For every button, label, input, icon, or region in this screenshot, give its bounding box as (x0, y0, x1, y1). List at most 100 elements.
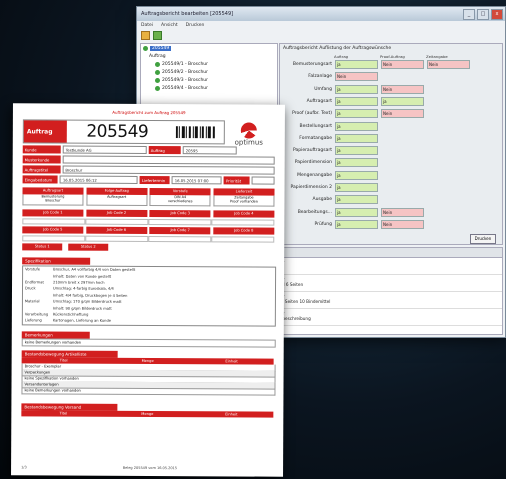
form-field[interactable]: ja (335, 96, 378, 106)
menu-file[interactable]: Datei (141, 23, 153, 28)
category-sub: Bemusterung Broschur (22, 194, 84, 206)
status-dot-icon (155, 77, 160, 83)
form-row-label: Bearbeitungs... (297, 209, 332, 215)
form-row-label: Papierdimension (294, 160, 332, 166)
job-code-button[interactable]: Job Code 8 (213, 227, 275, 235)
tree-item-label: 205549/4 - Broschur (162, 85, 209, 91)
col-label: Proof-Auftrag (380, 54, 405, 59)
form-field[interactable]: ja (335, 219, 378, 229)
window-title: Auftragsbericht bearbeiten [205549] (141, 11, 234, 17)
form-field[interactable]: ja (335, 60, 378, 69)
spec-panel: Vorstufe Broschur, A4 vollfarbig 4/4 von … (21, 265, 277, 327)
tree-item-sub[interactable]: 205549/2 - Broschur (141, 68, 277, 76)
form-field[interactable]: ja (335, 121, 378, 131)
form-row-label: Bestellungsart (299, 123, 332, 129)
maximize-button[interactable]: □ (477, 8, 489, 20)
info-line: Eingabedatum 16.05.2015 06:12 Liefertermin… (22, 175, 275, 185)
tree-item-sub[interactable]: 205549/1 - Broschur (141, 60, 277, 68)
form-field[interactable]: ja (335, 183, 378, 192)
toolbar (137, 30, 505, 40)
info-label: Eingabedatum (22, 175, 58, 184)
form-row: Proof (aufbr. Text) ja Nein (282, 109, 427, 119)
info-line: Musterkunde (22, 155, 275, 165)
tree-item-label: 205549/3 - Broschur (162, 77, 209, 83)
form-field[interactable]: Nein (381, 84, 424, 94)
job-code-button[interactable]: Job Code 6 (85, 226, 147, 234)
status-dot-icon (155, 69, 160, 75)
form-row-label: Falzanlage (308, 74, 332, 80)
info-value: 16.05.2015 06:12 (59, 175, 138, 184)
status-button[interactable]: Status 2 (68, 243, 109, 251)
form-row-label: Papierauftragsart (292, 148, 332, 154)
form-field[interactable]: Nein (381, 207, 424, 217)
job-code-button[interactable]: Job Code 5 (22, 226, 84, 234)
form-field[interactable]: Nein (381, 219, 424, 229)
tree-item-order[interactable]: Auftrag (141, 52, 277, 60)
form-row: Papierauftragsart ja (282, 146, 381, 156)
info-label: Priorität (223, 176, 251, 185)
job-code-value-row (22, 235, 275, 243)
form-row-label: Ausgabe (312, 197, 332, 203)
menu-print[interactable]: Drucken (186, 23, 205, 28)
job-code-row: Job Code 1 Job Code 2 Job Code 3 Job Code 4 (22, 209, 275, 218)
form-field[interactable]: ja (335, 133, 378, 143)
job-code-button[interactable]: Job Code 4 (213, 210, 275, 218)
form-field[interactable]: Nein (381, 60, 424, 69)
print-button[interactable]: Drucken (470, 234, 496, 244)
category-sub: Auftragsart (86, 194, 148, 206)
order-label: Auftrag (23, 120, 67, 143)
job-code-button[interactable]: Job Code 1 (22, 209, 84, 217)
info-line: Kunde Testkunde AG Auftrag 20595 (22, 145, 275, 155)
status-button[interactable]: Status 1 (22, 243, 63, 251)
form-field[interactable]: Nein (335, 72, 378, 82)
form-field[interactable]: ja (381, 96, 424, 106)
col-label: Zeitangabe (426, 54, 448, 59)
status-row: Status 1 Status 2 (22, 243, 109, 251)
menu-view[interactable]: Ansicht (161, 23, 178, 28)
category-column: Auftragsart Bemusterung Broschur (22, 187, 84, 206)
job-code-value (85, 235, 149, 243)
form-field[interactable]: Nein (381, 109, 424, 119)
form-field[interactable]: ja (335, 84, 378, 94)
job-code-value-row (22, 218, 275, 226)
spec-value: Broschur, A4 vollfarbig 4/4 von Daten ge… (53, 267, 136, 273)
remarks-text: keine Bemerkungen vorhanden (21, 337, 276, 348)
spec-key: Druck (24, 286, 36, 291)
job-code-value (211, 219, 275, 226)
spec-value: Rückenstichheftung (52, 312, 89, 317)
form-field[interactable]: Nein (427, 60, 470, 69)
spec-heading: Spezifikation (22, 257, 91, 265)
refresh-icon[interactable] (153, 30, 162, 40)
form-row-label: Formatangabe (299, 135, 332, 141)
job-code-button[interactable]: Job Code 2 (86, 209, 148, 217)
form-row: Bemusterungsart ja Nein Nein (282, 60, 473, 69)
form-field[interactable]: ja (335, 146, 378, 156)
form-field[interactable]: ja (335, 170, 378, 180)
table-col-header: Titel (59, 411, 68, 416)
minimize-button[interactable]: _ (463, 8, 475, 20)
form-field[interactable]: ja (335, 207, 378, 217)
form-field[interactable]: ja (335, 109, 378, 119)
category-columns: Auftragsart Bemusterung Broschur Folge-Auf… (22, 187, 275, 207)
tree-item-label: 205549 (150, 45, 172, 51)
open-folder-icon[interactable] (141, 30, 150, 40)
spec-value: Umschlag: 170 g/qm Bilderdruck matt (52, 299, 122, 305)
form-field[interactable]: ja (335, 158, 378, 168)
printed-report-sheet: Auftragsbericht zum Auftrag 205549 Auftr… (11, 103, 285, 477)
form-row: Auftragsart ja ja (282, 96, 427, 106)
job-code-button[interactable]: Job Code 3 (149, 210, 211, 218)
form-row: Umfang ja Nein (282, 84, 427, 94)
tree-item-sub[interactable]: 205549/3 - Broschur (141, 76, 277, 84)
logo-swirl-icon (240, 122, 257, 139)
job-code-value (211, 236, 275, 243)
form-field[interactable]: ja (335, 195, 378, 205)
tree-item-root[interactable]: 205549 (141, 44, 277, 52)
report-footer: 1/3 Beleg 205549 vom 16.05.2015 (21, 465, 273, 470)
tree-item-sub[interactable]: 205549/4 - Broschur (141, 84, 277, 92)
job-code-button[interactable]: Job Code 7 (149, 227, 211, 235)
close-button[interactable]: x (491, 8, 503, 20)
spec-key: Verarbeitung (24, 312, 49, 317)
form-row-label: Auftragsart (306, 98, 332, 104)
tree-item-label: 205549/2 - Broschur (162, 69, 209, 75)
form-row: Papierdimension 2 ja (282, 183, 381, 192)
